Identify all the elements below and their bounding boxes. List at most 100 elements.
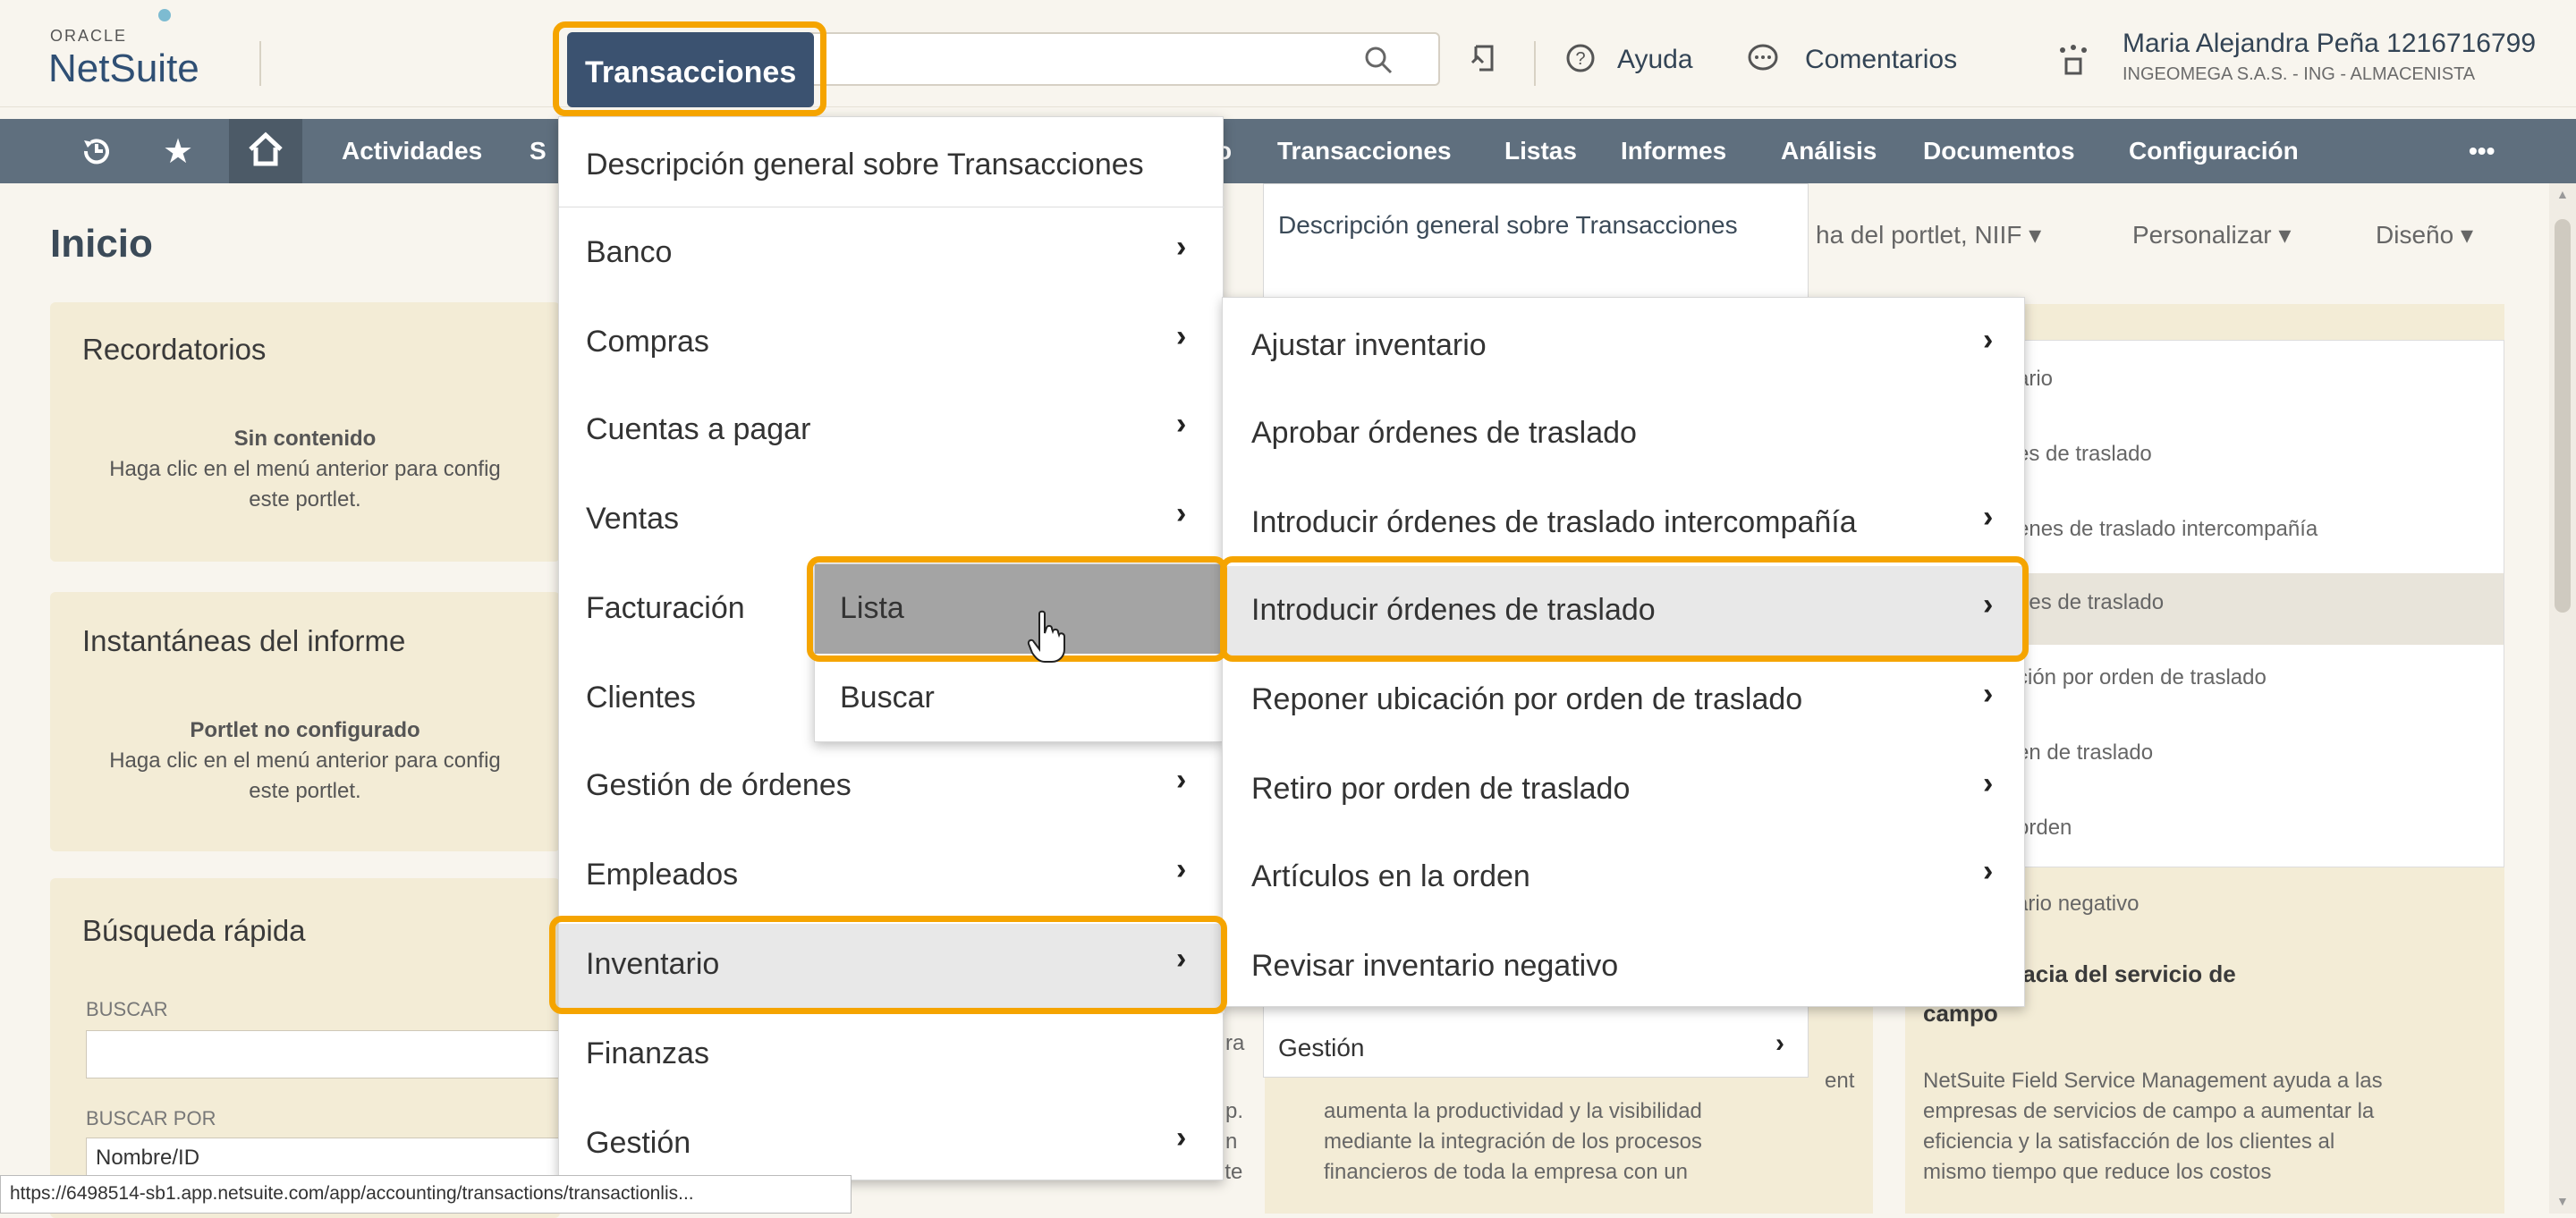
- menu-item-facturacion[interactable]: Facturación: [586, 591, 745, 626]
- menu-item-compras[interactable]: Compras: [586, 325, 709, 359]
- comments-link[interactable]: Comentarios: [1805, 45, 1957, 75]
- card-text: NetSuite Field Service Management ayuda …: [1923, 1069, 2383, 1093]
- menu-item-gestion[interactable]: Gestión: [586, 1126, 691, 1161]
- menu-item-gestion-ordenes[interactable]: Gestión de órdenes: [586, 768, 852, 803]
- scroll-down-icon[interactable]: ▼: [2556, 1194, 2569, 1208]
- search-icon[interactable]: [1363, 45, 1394, 75]
- card-text: mediante la integración de los procesos: [1324, 1129, 1702, 1154]
- bg-menu-item: ario negativo: [2016, 892, 2140, 916]
- bg-menu-item[interactable]: Gestión: [1278, 1034, 1365, 1062]
- quick-search-input[interactable]: [86, 1030, 560, 1078]
- nav-analisis[interactable]: Análisis: [1781, 137, 1877, 165]
- help-icon[interactable]: ?: [1565, 43, 1596, 73]
- divider: [259, 41, 261, 86]
- menu-item-cuentas-pagar[interactable]: Cuentas a pagar: [586, 412, 810, 447]
- card-text: p.: [1225, 1099, 1244, 1123]
- card-text: mismo tiempo que reduce los costos: [1923, 1160, 2272, 1184]
- chevron-right-icon: ›: [1176, 852, 1187, 886]
- chevron-right-icon: ›: [1176, 407, 1187, 441]
- menu-item-revisar-inventario[interactable]: Revisar inventario negativo: [1251, 949, 1618, 984]
- chevron-right-icon: ›: [1983, 677, 1994, 711]
- card-text: financieros de toda la empresa con un: [1324, 1160, 1688, 1184]
- card-text: ra: [1225, 1031, 1245, 1055]
- bg-menu-item: es de traslado: [2017, 442, 2152, 466]
- portlet-empty-msg: Haga clic en el menú anterior para confi…: [109, 749, 501, 773]
- favorites-star-icon[interactable]: ★: [163, 131, 193, 172]
- menu-item-empleados[interactable]: Empleados: [586, 858, 738, 892]
- nav-transacciones[interactable]: Transacciones: [1277, 137, 1452, 165]
- header: ORACLE NetSuite ? Ayuda Comentarios Mari…: [0, 0, 2576, 107]
- chevron-right-icon: ›: [1983, 500, 1994, 534]
- portlet-empty-msg: Haga clic en el menú anterior para confi…: [109, 457, 501, 481]
- portlet-settings-dropdown[interactable]: ha del portlet, NIIF ▾: [1816, 220, 2041, 250]
- recent-records-icon[interactable]: [1469, 43, 1499, 73]
- role-switch-icon[interactable]: [2055, 43, 2091, 77]
- nav-more-icon[interactable]: •••: [2469, 137, 2495, 165]
- chevron-right-icon: ›: [1176, 496, 1187, 530]
- page-title: Inicio: [50, 222, 153, 266]
- nav-configuracion[interactable]: Configuración: [2129, 137, 2299, 165]
- card-text: eficiencia y la satisfacción de los clie…: [1923, 1129, 2335, 1154]
- hand-cursor-icon: [1027, 610, 1065, 663]
- user-name[interactable]: Maria Alejandra Peña 1216716799: [2123, 29, 2536, 59]
- nav-listas[interactable]: Listas: [1504, 137, 1577, 165]
- home-icon: [249, 131, 283, 166]
- active-menu-button[interactable]: Transacciones: [567, 32, 814, 107]
- global-search-input[interactable]: [805, 32, 1440, 86]
- menu-item-finanzas[interactable]: Finanzas: [586, 1036, 709, 1071]
- nav-partial[interactable]: S: [530, 137, 547, 165]
- card-text: empresas de servicios de campo a aumenta…: [1923, 1099, 2375, 1123]
- scroll-up-icon[interactable]: ▲: [2556, 187, 2569, 201]
- comments-icon[interactable]: [1747, 43, 1779, 73]
- menu-item-reponer-ubicacion[interactable]: Reponer ubicación por orden de traslado: [1251, 682, 1802, 717]
- menu-item-ordenes-intercompania[interactable]: Introducir órdenes de traslado intercomp…: [1251, 505, 1857, 540]
- menu-item-banco[interactable]: Banco: [586, 235, 672, 270]
- chevron-right-icon: ›: [1176, 319, 1187, 353]
- card-text: ent: [1825, 1069, 1855, 1093]
- menu-item-aprobar-ordenes[interactable]: Aprobar órdenes de traslado: [1251, 416, 1637, 451]
- chevron-right-icon: ›: [1983, 323, 1994, 357]
- page-scrollbar[interactable]: ▲ ▼: [2549, 183, 2576, 1214]
- personalize-dropdown[interactable]: Personalizar ▾: [2132, 220, 2291, 250]
- scrollbar-thumb[interactable]: [2555, 219, 2571, 613]
- logo-dot-icon: [158, 9, 171, 21]
- portlet-empty-title: Sin contenido: [233, 427, 377, 451]
- nav-informes[interactable]: Informes: [1621, 137, 1726, 165]
- portlet-empty-title: Portlet no configurado: [190, 718, 420, 742]
- menu-item-ajustar-inventario[interactable]: Ajustar inventario: [1251, 328, 1487, 363]
- nav-documentos[interactable]: Documentos: [1923, 137, 2075, 165]
- portlet-title: Recordatorios: [82, 333, 267, 366]
- report-snapshots-portlet: Instantáneas del informe Portlet no conf…: [50, 592, 560, 851]
- portlet-empty-msg: este portlet.: [249, 779, 361, 803]
- menu-item-retiro-orden[interactable]: Retiro por orden de traslado: [1251, 772, 1630, 807]
- bg-menu-item: orden: [2017, 816, 2072, 840]
- menu-item-ventas[interactable]: Ventas: [586, 502, 679, 537]
- nav-actividades[interactable]: Actividades: [342, 137, 482, 165]
- layout-dropdown[interactable]: Diseño ▾: [2376, 220, 2473, 250]
- netsuite-logo[interactable]: NetSuite: [48, 47, 199, 91]
- annotation-highlight: [549, 916, 1227, 1014]
- home-tab[interactable]: [229, 119, 302, 183]
- help-link[interactable]: Ayuda: [1617, 45, 1693, 75]
- menu-item-buscar[interactable]: Buscar: [840, 681, 935, 715]
- card-text: n: [1225, 1129, 1238, 1154]
- search-label: BUSCAR: [86, 998, 168, 1020]
- portlet-title: Búsqueda rápida: [82, 914, 306, 947]
- bg-menu-item: ción por orden de traslado: [2017, 665, 2267, 689]
- menu-item-articulos-orden[interactable]: Artículos en la orden: [1251, 859, 1530, 894]
- user-company-role: INGEOMEGA S.A.S. - ING - ALMACENISTA: [2123, 64, 2476, 84]
- annotation-highlight: [807, 556, 1227, 662]
- menu-item-overview[interactable]: Descripción general sobre Transacciones: [586, 148, 1144, 182]
- chevron-right-icon: ›: [1176, 230, 1187, 264]
- chevron-right-icon: ›: [1983, 766, 1994, 800]
- menu-item-clientes[interactable]: Clientes: [586, 681, 696, 715]
- recent-history-icon[interactable]: [79, 133, 114, 169]
- main-nav-bar: ★ Actividades S o Transacciones Listas I…: [0, 119, 2576, 183]
- search-by-label: BUSCAR POR: [86, 1107, 216, 1129]
- divider: [1534, 41, 1536, 86]
- bg-menu-item[interactable]: Descripción general sobre Transacciones: [1278, 211, 1738, 240]
- status-bar-url: https://6498514-sb1.app.netsuite.com/app…: [0, 1175, 852, 1214]
- chevron-right-icon: ›: [1983, 854, 1994, 888]
- bg-menu-item: en de traslado: [2017, 740, 2154, 765]
- chevron-right-icon: ›: [1176, 1121, 1187, 1155]
